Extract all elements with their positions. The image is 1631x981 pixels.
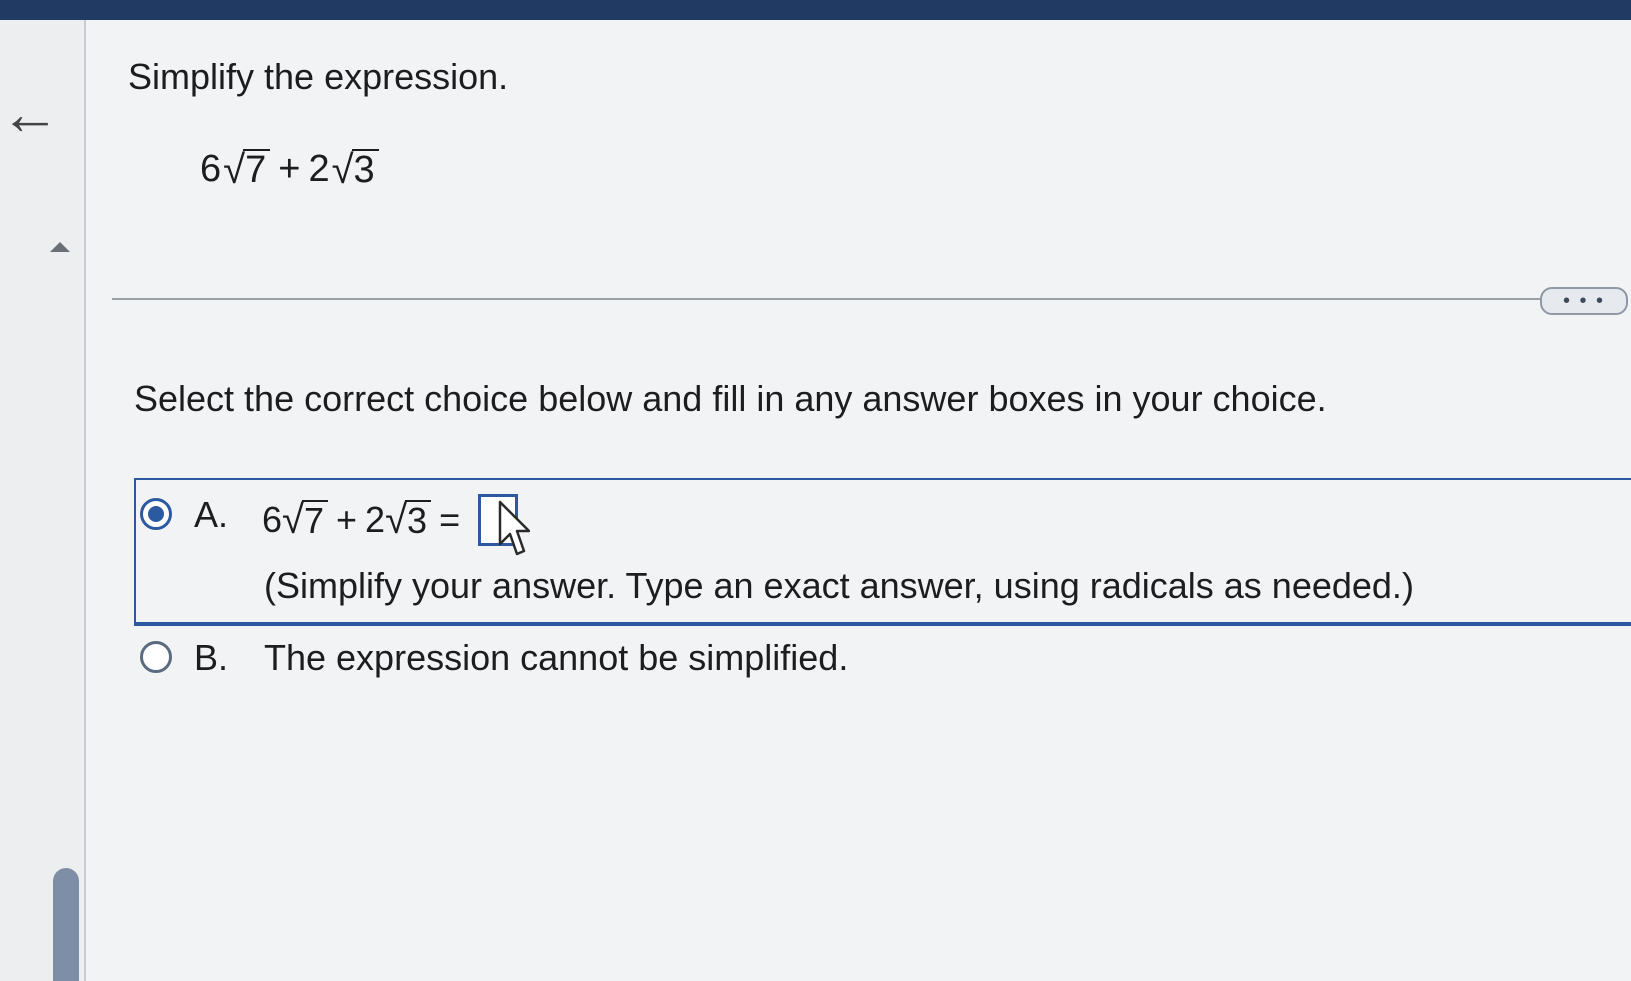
choice-b-letter: B. <box>194 637 229 678</box>
coefficient-2: 2 <box>308 148 330 190</box>
choice-a-expression: 6 √ 7 + 2 √ 3 = <box>262 494 519 546</box>
back-arrow-icon[interactable]: ← <box>0 84 60 144</box>
choice-a-hint: (Simplify your answer. Type an exact ans… <box>264 565 1414 606</box>
choice-a-radicand-1: 7 <box>301 500 329 540</box>
coefficient-1: 6 <box>200 148 222 190</box>
choice-a-radical-1: √ 7 <box>282 500 329 540</box>
choice-b-text: The expression cannot be simplified. <box>264 637 849 678</box>
left-navigation-rail <box>0 20 86 981</box>
radicand-2: 3 <box>351 148 379 191</box>
question-title: Simplify the expression. <box>128 56 509 97</box>
choice-a-radicand-2: 3 <box>405 500 432 540</box>
section-divider <box>112 298 1542 300</box>
caret-up-icon[interactable] <box>50 242 70 252</box>
more-options-button[interactable]: • • • <box>1540 287 1628 315</box>
mouse-pointer-icon <box>498 500 530 556</box>
scrollbar-thumb[interactable] <box>53 868 79 981</box>
choice-a-coefficient-1: 6 <box>262 499 283 540</box>
radical-2: √ 3 <box>332 148 379 191</box>
choice-a-radical-2: √ 3 <box>385 500 432 540</box>
choice-a-letter: A. <box>194 494 229 535</box>
plus-operator: + <box>278 148 301 190</box>
choice-a-coefficient-2: 2 <box>365 499 386 540</box>
question-expression: 6 √ 7 + 2 √ 3 <box>200 148 379 191</box>
top-header-bar <box>0 0 1631 20</box>
choice-b-radio[interactable] <box>140 641 172 673</box>
radicand-1: 7 <box>243 148 271 191</box>
radical-1: √ 7 <box>223 148 271 191</box>
choice-a-equals: = <box>439 499 461 540</box>
instruction-text: Select the correct choice below and fill… <box>134 378 1327 419</box>
choice-a-plus-operator: + <box>336 499 358 540</box>
choice-a-radio[interactable] <box>140 498 172 530</box>
